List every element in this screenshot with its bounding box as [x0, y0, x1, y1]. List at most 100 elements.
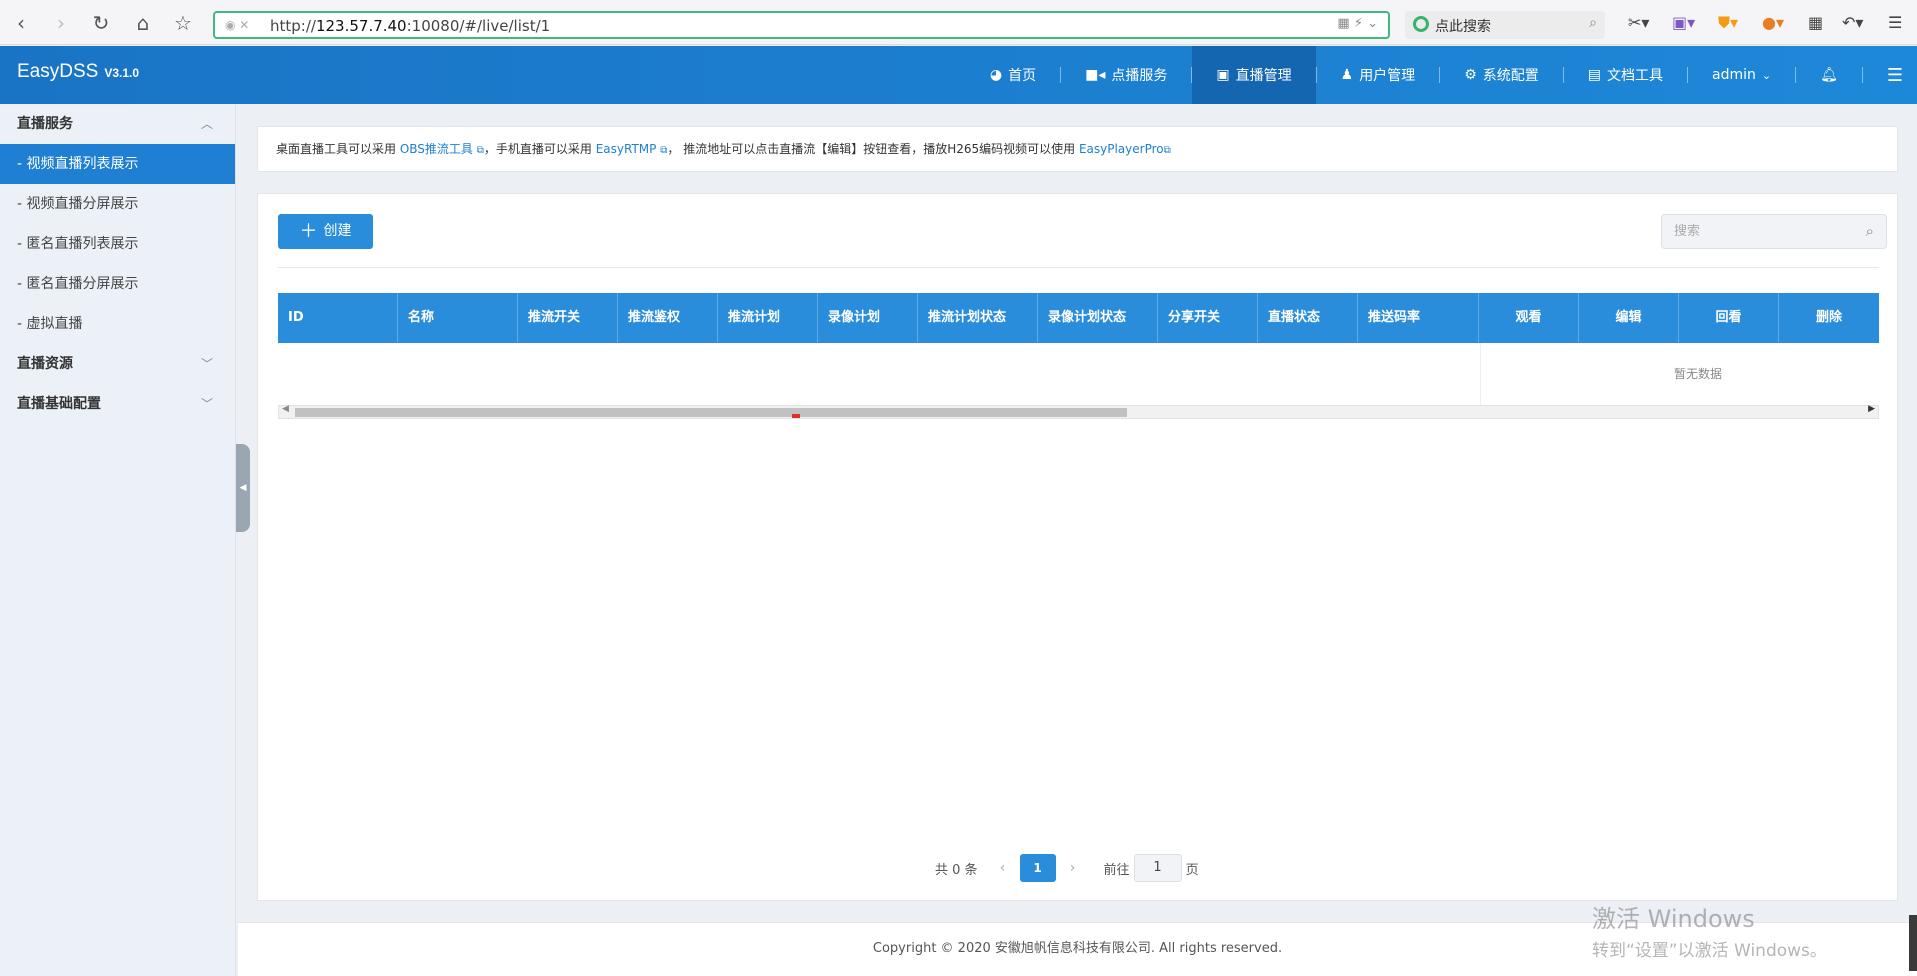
plus-icon: ＋	[299, 221, 318, 242]
external-link-icon: ⧉	[1163, 145, 1171, 156]
menu-icon[interactable]: ☰	[1888, 12, 1902, 34]
sidebar-group-live-config[interactable]: 直播基础配置 ﹀	[0, 384, 235, 424]
video-camera-icon: ■◂	[1085, 67, 1106, 83]
external-link-icon: ⧉	[476, 145, 484, 156]
top-nav: ◕ 首页 ■◂ 点播服务 ▣ 直播管理 ♟ 用户管理 ⚙ 系统配置 ▤ 文档工具 admin…	[966, 46, 1917, 104]
sidebar-item-anon-split[interactable]: - 匿名直播分屏展示	[0, 264, 235, 304]
column-header[interactable]: 推流计划状态	[918, 293, 1038, 343]
search-engine-icon	[1413, 16, 1429, 32]
back-icon[interactable]: ‹	[8, 10, 34, 36]
nav-live-management[interactable]: ▣ 直播管理	[1192, 46, 1316, 104]
gear-icon: ⚙	[1464, 67, 1477, 83]
table-header: ID 名称 推流开关 推流鉴权 推流计划 录像计划 推流计划状态 录像计划状态 …	[278, 293, 1879, 343]
sidebar-group-live-resource[interactable]: 直播资源 ﹀	[0, 344, 235, 384]
notice-bar: 桌面直播工具可以采用 OBS推流工具 ⧉，手机直播可以采用 EasyRTMP ⧉…	[257, 126, 1898, 172]
pager-page-suffix: 页	[1185, 862, 1199, 878]
sidebar-item-live-split[interactable]: - 视频直播分屏展示	[0, 184, 235, 224]
sidebar-item-live-list[interactable]: - 视频直播列表展示	[0, 144, 235, 184]
shield-icon[interactable]: ⛊▾	[1718, 12, 1738, 34]
column-header[interactable]: 录像计划状态	[1038, 293, 1158, 343]
home-icon[interactable]: ⌂	[130, 10, 156, 36]
live-list-table: ID 名称 推流开关 推流鉴权 推流计划 录像计划 推流计划状态 录像计划状态 …	[278, 293, 1879, 419]
prev-page-icon[interactable]: ‹	[986, 860, 1020, 876]
column-header[interactable]: 分享开关	[1158, 293, 1258, 343]
grid-icon[interactable]: ▦	[1808, 12, 1823, 34]
refresh-icon[interactable]: ↻	[88, 10, 114, 36]
divider	[278, 267, 1879, 268]
translate-icon[interactable]: ▣▾	[1672, 12, 1695, 34]
main-panel: ＋创建 搜索 ⌕ ID 名称 推流开关 推流鉴权 推流计划 录像计划 推流计划状态…	[257, 193, 1898, 901]
column-header[interactable]: 观看	[1479, 293, 1579, 343]
pager-current-page[interactable]: 1	[1019, 854, 1056, 882]
sidebar-group-live-service[interactable]: 直播服务 ︿	[0, 104, 235, 144]
search-input[interactable]: 搜索 ⌕	[1661, 214, 1887, 249]
calendar-icon: ▣	[1216, 67, 1230, 83]
column-header[interactable]: 回看	[1679, 293, 1779, 343]
address-actions-icon[interactable]: ▦ ⚡ ⌄	[1337, 16, 1378, 31]
column-header[interactable]: 名称	[398, 293, 518, 343]
scroll-left-icon[interactable]: ◀	[282, 404, 289, 414]
page-scrollbar[interactable]	[1909, 915, 1917, 971]
chevron-down-icon: ﹀	[200, 357, 213, 371]
sidebar-item-anon-list[interactable]: - 匿名直播列表展示	[0, 224, 235, 264]
pager-total: 共 0 条	[935, 862, 978, 878]
create-button[interactable]: ＋创建	[278, 214, 373, 249]
column-header[interactable]: 删除	[1779, 293, 1879, 343]
easyplayerpro-link[interactable]: EasyPlayerPro	[1079, 142, 1164, 156]
nav-home[interactable]: ◕ 首页	[966, 46, 1060, 104]
column-header[interactable]: 推流计划	[718, 293, 818, 343]
notification-bell[interactable]: 🔔︎	[1796, 46, 1862, 104]
address-bar[interactable]: ◉ ✕ http://123.57.7.40:10080/#/live/list…	[213, 11, 1390, 39]
sidebar: 直播服务 ︿ - 视频直播列表展示 - 视频直播分屏展示 - 匿名直播列表展示 -…	[0, 104, 236, 976]
bell-icon: 🔔︎	[1820, 67, 1838, 83]
security-icon: ◉ ✕	[225, 18, 250, 32]
pagination: 共 0 条 ‹ 1 › 前往 1 页	[935, 854, 1199, 882]
column-header[interactable]: ID	[278, 293, 398, 343]
undo-icon[interactable]: ↶▾	[1842, 12, 1863, 34]
empty-state: 暂无数据	[1673, 367, 1722, 381]
dashboard-icon: ◕	[989, 67, 1003, 83]
obs-link[interactable]: OBS推流工具	[400, 142, 473, 156]
book-icon: ▤	[1587, 67, 1601, 83]
nav-system-config[interactable]: ⚙ 系统配置	[1440, 46, 1563, 104]
user-menu[interactable]: admin ⌄	[1688, 46, 1795, 104]
url-text: http://123.57.7.40:10080/#/live/list/1	[270, 17, 551, 35]
sidebar-collapse-toggle[interactable]: ◀	[236, 444, 250, 532]
scroll-right-icon[interactable]: ▶	[1868, 404, 1875, 414]
windows-activation-watermark: 激活 Windows 转到“设置”以激活 Windows。	[1592, 905, 1827, 961]
search-icon[interactable]: ⌕	[1589, 15, 1597, 31]
scrollbar-thumb[interactable]	[295, 408, 1127, 417]
nav-vod-service[interactable]: ■◂ 点播服务	[1061, 46, 1191, 104]
search-icon[interactable]: ⌕	[1866, 215, 1874, 248]
user-icon: ♟	[1340, 67, 1354, 83]
pager-goto-input[interactable]: 1	[1133, 854, 1182, 882]
hamburger-menu[interactable]: ☰	[1863, 46, 1917, 104]
nav-user-management[interactable]: ♟ 用户管理	[1317, 46, 1440, 104]
easyrtmp-link[interactable]: EasyRTMP	[596, 142, 657, 156]
chevron-up-icon: ︿	[200, 117, 213, 131]
caret-left-icon: ◀	[239, 483, 247, 493]
horizontal-scrollbar[interactable]: ◀ ▶	[278, 404, 1879, 419]
chevron-down-icon: ⌄	[1761, 68, 1772, 82]
app-logo[interactable]: EasyDSS V3.1.0	[17, 61, 139, 83]
game-icon[interactable]: ●▾	[1762, 12, 1784, 34]
nav-doc-tools[interactable]: ▤ 文档工具	[1564, 46, 1687, 104]
column-header[interactable]: 直播状态	[1258, 293, 1358, 343]
app-header: EasyDSS V3.1.0 ◕ 首页 ■◂ 点播服务 ▣ 直播管理 ♟ 用户管理 ⚙ 系统…	[0, 46, 1917, 104]
browser-search-placeholder: 点此搜索	[1435, 19, 1491, 35]
browser-toolbar: ‹ › ↻ ⌂ ☆ ◉ ✕ http://123.57.7.40:10080/#…	[0, 0, 1917, 45]
bookmark-star-icon[interactable]: ☆	[170, 10, 196, 36]
column-header[interactable]: 编辑	[1579, 293, 1679, 343]
sidebar-item-virtual-live[interactable]: - 虚拟直播	[0, 304, 235, 344]
column-header[interactable]: 推流开关	[518, 293, 618, 343]
browser-search-box[interactable]: 点此搜索 ⌕	[1405, 11, 1605, 39]
column-header[interactable]: 推送码率	[1358, 293, 1479, 343]
table-body: 暂无数据	[278, 343, 1879, 405]
column-header[interactable]: 推流鉴权	[618, 293, 718, 343]
forward-icon[interactable]: ›	[48, 10, 74, 36]
next-page-icon[interactable]: ›	[1056, 860, 1090, 876]
pager-goto-label: 前往	[1103, 862, 1130, 878]
chevron-down-icon: ﹀	[200, 397, 213, 411]
column-header[interactable]: 录像计划	[818, 293, 918, 343]
scissors-icon[interactable]: ✂▾	[1628, 12, 1649, 34]
